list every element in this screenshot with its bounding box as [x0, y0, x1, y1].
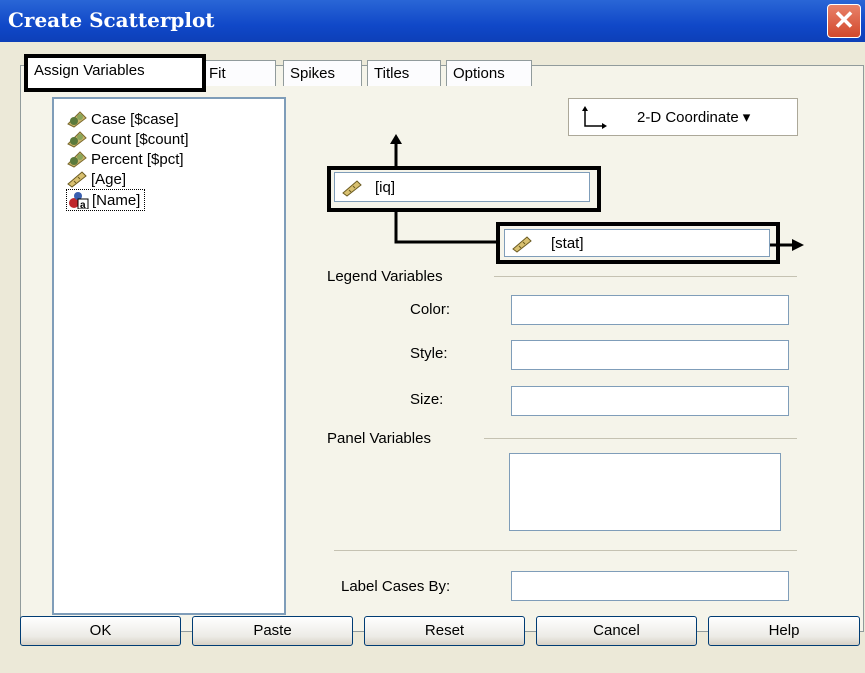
list-item[interactable]: Count [$count]	[66, 129, 189, 149]
scale-icon	[67, 111, 87, 128]
svg-text:a: a	[80, 200, 86, 209]
color-label: Color:	[410, 301, 451, 318]
style-label: Style:	[410, 345, 448, 362]
ruler-icon	[342, 180, 362, 197]
paste-label: Paste	[253, 622, 292, 639]
ok-label: OK	[89, 622, 112, 639]
tab-label: Titles	[374, 65, 410, 82]
chevron-down-icon: ▾	[742, 109, 751, 126]
cancel-button[interactable]: Cancel	[536, 616, 697, 646]
list-item[interactable]: Case [$case]	[66, 109, 179, 129]
help-label: Help	[768, 622, 800, 639]
style-field[interactable]	[511, 340, 789, 370]
variable-label: Count [$count]	[91, 130, 189, 148]
ruler-icon	[512, 236, 532, 253]
ok-button[interactable]: OK	[20, 616, 181, 646]
variable-label: [Name]	[92, 191, 141, 209]
legend-heading: Legend Variables	[327, 268, 443, 285]
help-button[interactable]: Help	[708, 616, 860, 646]
variable-label: Percent [$pct]	[91, 150, 184, 168]
paste-button[interactable]: Paste	[192, 616, 353, 646]
panel-heading: Panel Variables	[327, 430, 431, 447]
ruler-icon	[67, 171, 87, 188]
window-title: Create Scatterplot	[8, 8, 215, 32]
color-field[interactable]	[511, 295, 789, 325]
x-axis-value: [stat]	[551, 235, 584, 252]
variable-label: [Age]	[91, 170, 127, 188]
tab-spikes[interactable]: Spikes	[283, 60, 362, 86]
tab-titles[interactable]: Titles	[367, 60, 441, 86]
tab-label: Options	[453, 65, 505, 82]
size-field[interactable]	[511, 386, 789, 416]
nominal-icon: a	[69, 192, 89, 209]
tab-label: Fit	[209, 65, 226, 82]
y-axis-field[interactable]: [iq]	[334, 172, 590, 202]
tab-assign-variables[interactable]: Assign Variables	[24, 54, 206, 92]
scale-icon	[67, 151, 87, 168]
label-cases-field[interactable]	[511, 571, 789, 601]
close-icon: ✕	[833, 5, 855, 35]
list-item[interactable]: Percent [$pct]	[66, 149, 184, 169]
coordinate-label: 2-D Coordinate	[637, 108, 739, 126]
panel-rule	[484, 438, 797, 439]
title-bar: Create Scatterplot ✕	[0, 0, 865, 42]
tab-label: Spikes	[290, 65, 336, 82]
label-cases-label: Label Cases By:	[341, 578, 451, 595]
panel-variables-field[interactable]	[509, 453, 781, 531]
variable-list[interactable]: Case [$case] Count [$count] Percent [$pc…	[52, 97, 286, 615]
tab-fit[interactable]: Fit	[202, 60, 276, 86]
list-item[interactable]: a [Name]	[66, 189, 146, 211]
close-button[interactable]: ✕	[827, 4, 861, 38]
reset-label: Reset	[424, 622, 465, 639]
reset-button[interactable]: Reset	[364, 616, 525, 646]
x-axis-field[interactable]: [stat]	[504, 229, 770, 257]
separator	[334, 550, 797, 551]
tab-options[interactable]: Options	[446, 60, 532, 86]
variable-label: Case [$case]	[91, 110, 179, 128]
tab-label: Assign Variables	[34, 62, 145, 79]
list-item[interactable]: [Age]	[66, 169, 126, 189]
cancel-label: Cancel	[593, 622, 640, 639]
axes-icon	[582, 106, 607, 129]
scale-icon	[67, 131, 87, 148]
y-axis-value: [iq]	[375, 179, 396, 196]
legend-rule	[494, 276, 797, 277]
size-label: Size:	[410, 391, 444, 408]
